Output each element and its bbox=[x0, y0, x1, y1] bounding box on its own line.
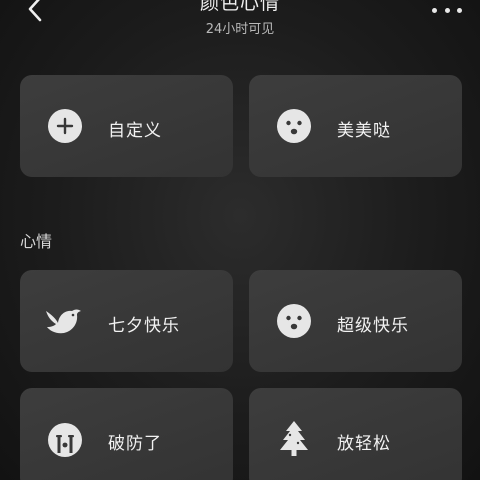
card-label: 美美哒 bbox=[337, 121, 391, 141]
section-title-mood: 心情 bbox=[20, 232, 53, 251]
card-label: 放轻松 bbox=[337, 434, 391, 454]
bird-icon bbox=[42, 303, 86, 339]
card-relax[interactable]: 放轻松 bbox=[249, 388, 462, 480]
card-custom[interactable]: 自定义 bbox=[20, 75, 233, 177]
happy-face-icon bbox=[276, 108, 312, 144]
card-label: 超级快乐 bbox=[337, 316, 409, 336]
card-label: 破防了 bbox=[108, 434, 162, 454]
tree-icon bbox=[276, 419, 312, 456]
header: 颜色心情 24小时可见 bbox=[0, 0, 480, 44]
card-meimeida[interactable]: 美美哒 bbox=[249, 75, 462, 177]
plus-circle-icon bbox=[47, 108, 83, 144]
more-dot-icon bbox=[457, 7, 462, 13]
more-options-button[interactable] bbox=[432, 0, 462, 22]
card-label: 自定义 bbox=[108, 121, 162, 141]
card-super-happy[interactable]: 超级快乐 bbox=[249, 270, 462, 372]
card-pofang[interactable]: 破防了 bbox=[20, 388, 233, 480]
more-dot-icon bbox=[444, 7, 450, 13]
page-title: 颜色心情 bbox=[199, 0, 280, 14]
card-label: 七夕快乐 bbox=[108, 316, 180, 336]
card-qixi[interactable]: 七夕快乐 bbox=[20, 270, 233, 372]
happy-face-icon bbox=[276, 303, 312, 339]
more-dot-icon bbox=[432, 7, 437, 13]
crying-face-icon bbox=[47, 422, 83, 458]
page-subtitle: 24小时可见 bbox=[205, 22, 275, 37]
